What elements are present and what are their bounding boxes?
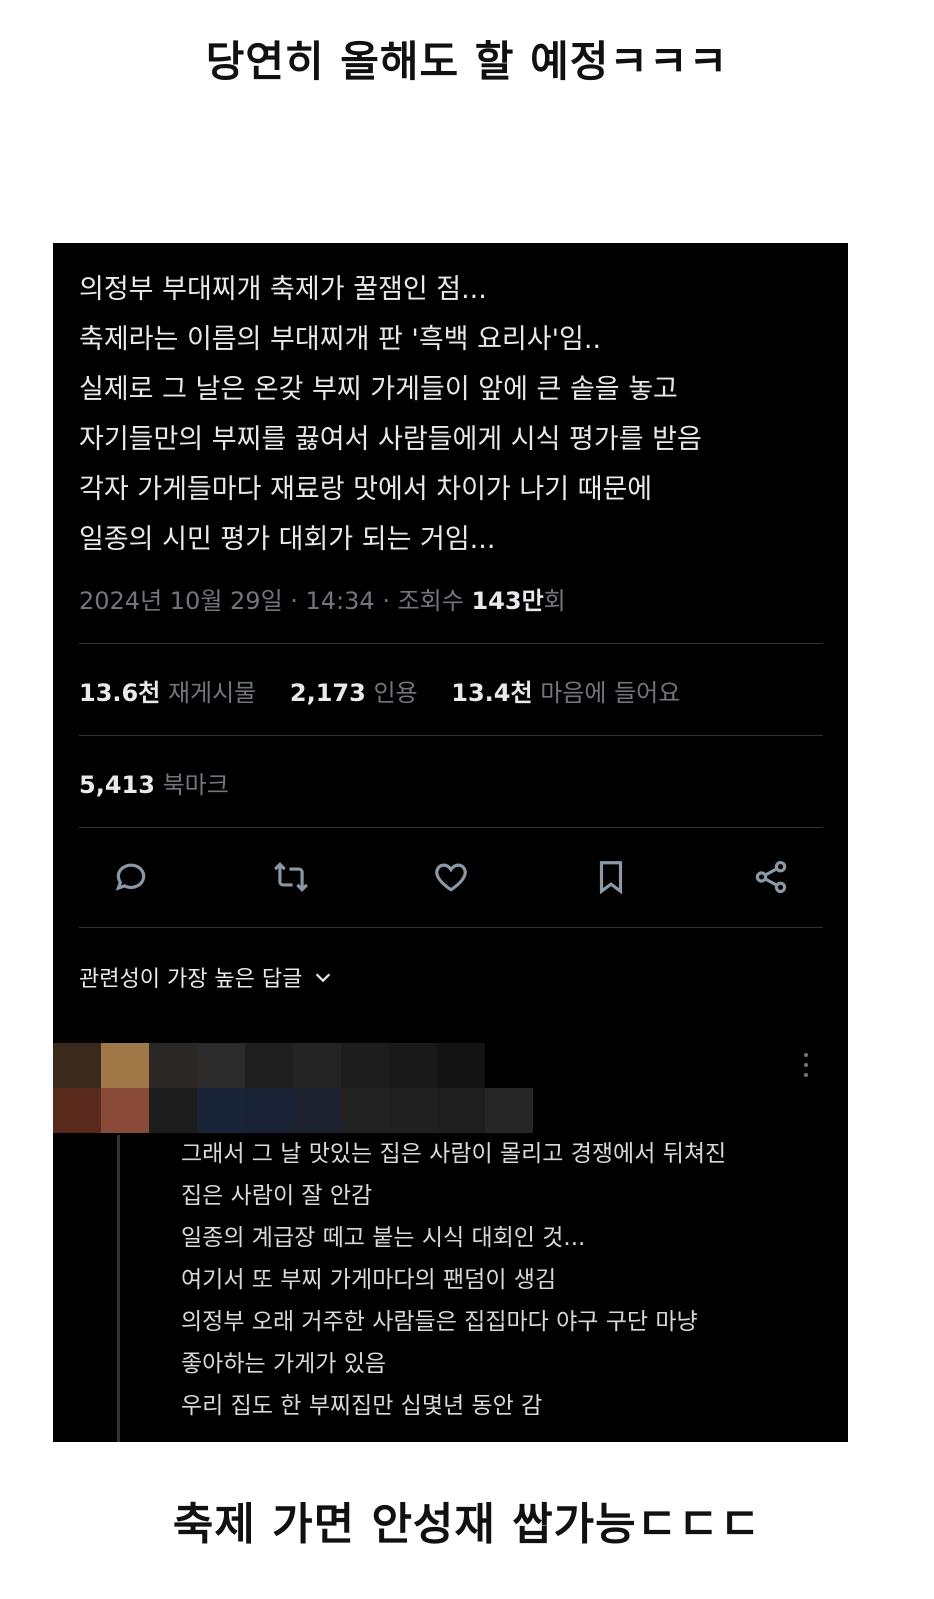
bookmarks-label: 북마크 bbox=[162, 771, 229, 799]
pixel-block bbox=[437, 1043, 485, 1088]
pixel-block bbox=[341, 1043, 389, 1088]
pixel-block bbox=[245, 1088, 293, 1133]
tweet-line: 의정부 부대찌개 축제가 꿀잼인 점... bbox=[79, 274, 487, 305]
share-button[interactable] bbox=[747, 853, 795, 901]
pixel-block bbox=[149, 1088, 197, 1133]
likes-stat[interactable]: 13.4천 마음에 들어요 bbox=[451, 679, 680, 707]
pixel-block bbox=[197, 1043, 245, 1088]
pixel-block bbox=[149, 1043, 197, 1088]
chevron-down-icon bbox=[316, 973, 331, 983]
divider bbox=[79, 735, 823, 736]
pixelated-user-info bbox=[53, 1043, 533, 1133]
view-count: 143만 bbox=[471, 587, 544, 615]
likes-label: 마음에 들어요 bbox=[540, 679, 681, 707]
tweet-screenshot: 의정부 부대찌개 축제가 꿀잼인 점... 축제라는 이름의 부대찌개 판 '흑… bbox=[53, 243, 848, 1442]
pixel-block bbox=[245, 1043, 293, 1088]
quotes-label: 인용 bbox=[373, 679, 418, 707]
reply-line: 좋아하는 가게가 있음 bbox=[181, 1351, 387, 1377]
dot bbox=[804, 1063, 808, 1067]
like-icon bbox=[435, 863, 467, 892]
pixel-block bbox=[293, 1088, 341, 1133]
reply-line: 여기서 또 부찌 가게마다의 팬덤이 생김 bbox=[181, 1267, 557, 1293]
more-options-icon[interactable] bbox=[798, 1051, 814, 1081]
quotes-count: 2,173 bbox=[289, 679, 366, 707]
reposts-count: 13.6천 bbox=[79, 679, 161, 707]
tweet-line: 실제로 그 날은 온갖 부찌 가게들이 앞에 큰 솥을 놓고 bbox=[79, 374, 678, 405]
repost-icon bbox=[274, 862, 308, 892]
reposts-stat[interactable]: 13.6천 재게시물 bbox=[79, 679, 256, 707]
pixel-block bbox=[101, 1088, 149, 1133]
pixel-block bbox=[293, 1043, 341, 1088]
action-bar bbox=[107, 853, 807, 905]
share-icon bbox=[755, 861, 787, 893]
dot bbox=[804, 1053, 808, 1057]
reply-line: 우리 집도 한 부찌집만 십몇년 동안 감 bbox=[181, 1393, 543, 1419]
dot bbox=[804, 1073, 808, 1077]
divider bbox=[79, 827, 823, 828]
reply-icon bbox=[115, 863, 146, 891]
reply-line: 일종의 계급장 떼고 붙는 시식 대회인 것... bbox=[181, 1225, 586, 1251]
tweet-line: 축제라는 이름의 부대찌개 판 '흑백 요리사'임.. bbox=[79, 324, 602, 355]
pixel-block bbox=[197, 1088, 245, 1133]
top-caption: 당연히 올해도 할 예정ㅋㅋㅋ bbox=[205, 37, 729, 86]
pixel-block bbox=[389, 1088, 437, 1133]
engagement-stats: 13.6천 재게시물 2,173 인용 13.4천 마음에 들어요 bbox=[79, 673, 706, 708]
reply-button[interactable] bbox=[107, 853, 155, 901]
pixel-block bbox=[437, 1088, 485, 1133]
view-count-suffix: 회 bbox=[543, 587, 566, 615]
replies-sort-selector[interactable]: 관련성이 가장 높은 답글 bbox=[79, 961, 334, 993]
repost-button[interactable] bbox=[267, 853, 315, 901]
like-button[interactable] bbox=[427, 853, 475, 901]
pixel-block bbox=[53, 1088, 101, 1133]
likes-count: 13.4천 bbox=[451, 679, 533, 707]
tweet-metadata: 2024년 10월 29일 · 14:34 · 조회수 143만회 bbox=[79, 581, 566, 616]
tweet-body: 의정부 부대찌개 축제가 꿀잼인 점... 축제라는 이름의 부대찌개 판 '흑… bbox=[79, 265, 829, 565]
pixel-block bbox=[389, 1043, 437, 1088]
reply-line: 그래서 그 날 맛있는 집은 사람이 몰리고 경쟁에서 뒤쳐진 bbox=[181, 1141, 727, 1167]
pixel-block bbox=[101, 1043, 149, 1088]
pixel-block bbox=[53, 1043, 101, 1088]
bookmark-icon bbox=[599, 861, 623, 895]
tweet-timestamp[interactable]: 2024년 10월 29일 · 14:34 · 조회수 bbox=[79, 587, 471, 615]
reply-body: 그래서 그 날 맛있는 집은 사람이 몰리고 경쟁에서 뒤쳐진 집은 사람이 잘… bbox=[181, 1133, 831, 1427]
pixel-block bbox=[485, 1088, 533, 1133]
thread-connector bbox=[117, 1135, 120, 1442]
tweet-line: 자기들만의 부찌를 끓여서 사람들에게 시식 평가를 받음 bbox=[79, 424, 702, 455]
reply-line: 의정부 오래 거주한 사람들은 집집마다 야구 구단 마냥 bbox=[181, 1309, 698, 1335]
bookmark-button[interactable] bbox=[587, 853, 635, 901]
pixel-block bbox=[341, 1088, 389, 1133]
tweet-line: 일종의 시민 평가 대회가 되는 거임... bbox=[79, 524, 496, 555]
divider bbox=[79, 927, 823, 928]
replies-sort-label: 관련성이 가장 높은 답글 bbox=[79, 967, 303, 992]
reposts-label: 재게시물 bbox=[167, 679, 257, 707]
quotes-stat[interactable]: 2,173 인용 bbox=[290, 679, 418, 707]
bookmarks-stat[interactable]: 5,413 북마크 bbox=[79, 765, 229, 800]
reply-line: 집은 사람이 잘 안감 bbox=[181, 1183, 373, 1209]
divider bbox=[79, 643, 823, 644]
bookmarks-count: 5,413 bbox=[79, 771, 155, 799]
tweet-line: 각자 가게들마다 재료랑 맛에서 차이가 나기 때문에 bbox=[79, 474, 653, 505]
bottom-caption: 축제 가면 안성재 쌉가능ㄷㄷㄷ bbox=[172, 1499, 762, 1550]
